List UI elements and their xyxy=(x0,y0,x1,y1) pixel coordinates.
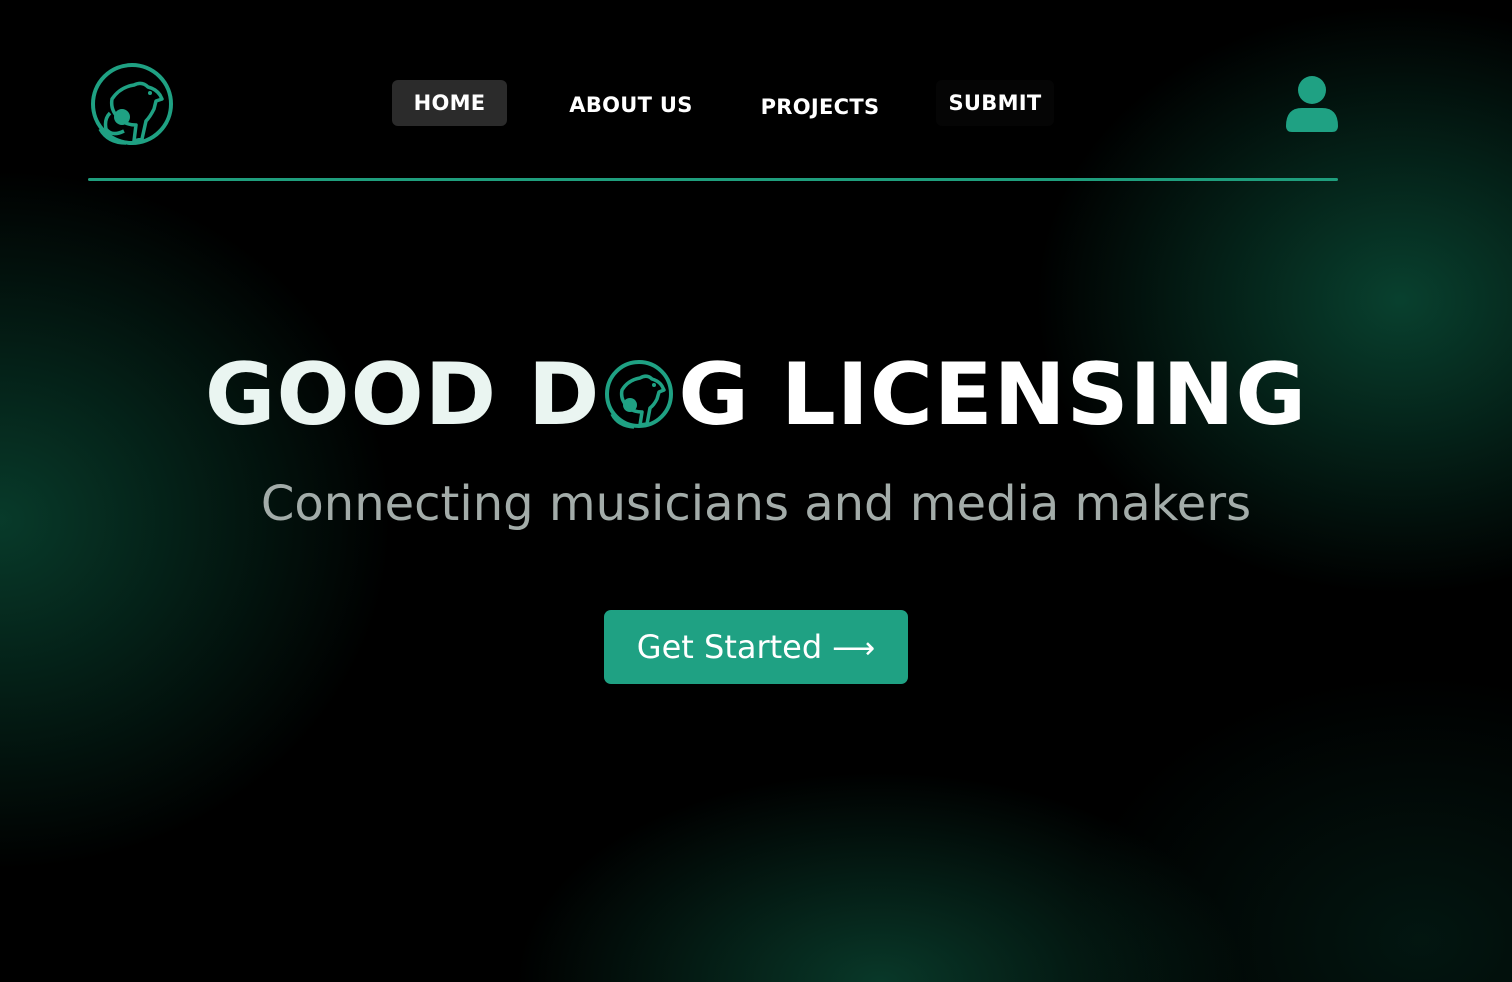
header-divider xyxy=(88,178,1338,181)
get-started-button[interactable]: Get Started ⟶ xyxy=(604,610,908,684)
arrow-right-icon: ⟶ xyxy=(832,631,876,666)
logo-icon[interactable] xyxy=(90,59,176,149)
nav-item-projects[interactable]: PROJECTS xyxy=(752,84,888,130)
hero-title-part1: GOOD D xyxy=(204,345,601,445)
nav-item-home[interactable]: HOME xyxy=(392,80,507,126)
hero-title: GOOD D G LICENSING xyxy=(0,345,1512,445)
user-icon[interactable] xyxy=(1284,74,1340,134)
nav-item-submit[interactable]: SUBMIT xyxy=(936,80,1054,126)
hero-subtitle: Connecting musicians and media makers xyxy=(260,476,1252,532)
landing-page: HOME ABOUT US PROJECTS SUBMIT GOOD D G L… xyxy=(0,0,1512,982)
dog-logo-icon xyxy=(602,354,676,432)
hero-title-part2: G LICENSING xyxy=(678,345,1308,445)
nav-item-about-us[interactable]: ABOUT US xyxy=(557,82,705,128)
get-started-label: Get Started xyxy=(636,628,823,666)
